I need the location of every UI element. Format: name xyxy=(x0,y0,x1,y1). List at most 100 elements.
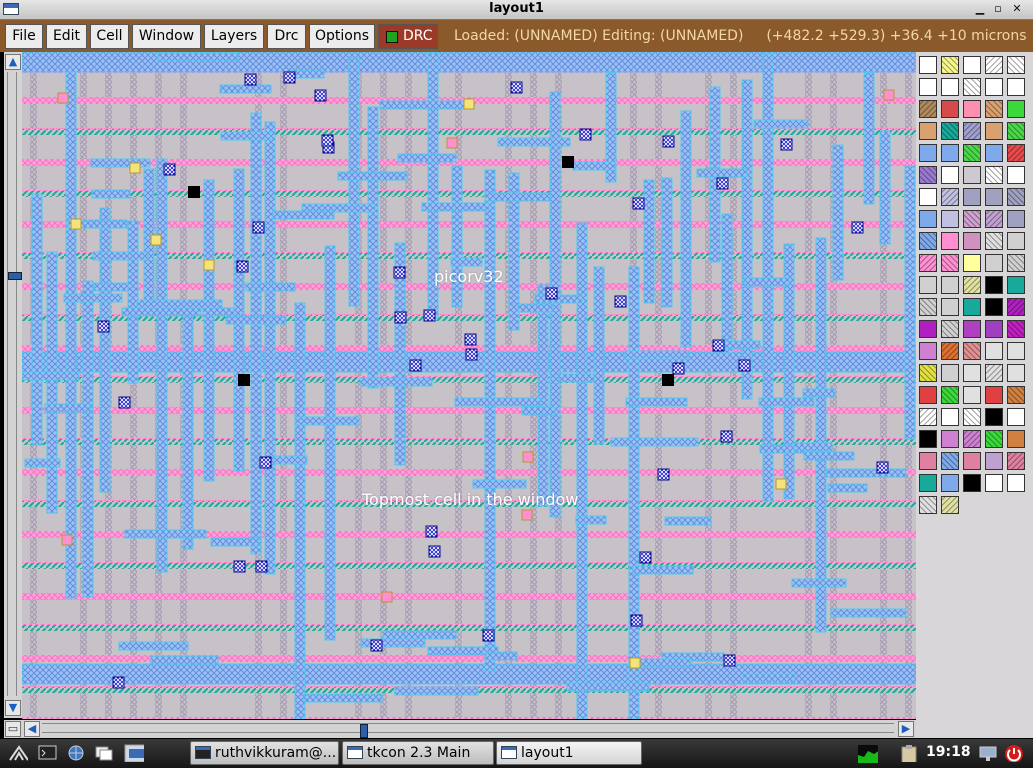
layer-swatch[interactable] xyxy=(985,210,1003,228)
start-menu-icon[interactable] xyxy=(8,744,28,762)
layer-swatch[interactable] xyxy=(919,496,937,514)
horizontal-scroll-thumb[interactable] xyxy=(360,724,368,738)
layer-swatch[interactable] xyxy=(1007,342,1025,360)
menu-drc[interactable]: Drc xyxy=(267,24,306,49)
layer-swatch[interactable] xyxy=(963,166,981,184)
layer-swatch[interactable] xyxy=(919,254,937,272)
layer-swatch[interactable] xyxy=(985,430,1003,448)
layer-swatch[interactable] xyxy=(919,210,937,228)
layer-swatch[interactable] xyxy=(1007,56,1025,74)
layer-swatch[interactable] xyxy=(985,188,1003,206)
layer-swatch[interactable] xyxy=(985,452,1003,470)
vertical-scroll-thumb[interactable] xyxy=(8,272,22,280)
minimize-button[interactable]: ▁ xyxy=(973,2,987,16)
close-button[interactable]: ✕ xyxy=(1010,2,1024,16)
layer-swatch[interactable] xyxy=(985,320,1003,338)
layer-swatch[interactable] xyxy=(919,78,937,96)
layer-swatch[interactable] xyxy=(1007,254,1025,272)
layer-swatch[interactable] xyxy=(985,298,1003,316)
menu-options[interactable]: Options xyxy=(309,24,375,49)
layer-swatch[interactable] xyxy=(963,342,981,360)
layer-swatch[interactable] xyxy=(941,188,959,206)
layer-swatch[interactable] xyxy=(963,188,981,206)
layer-swatch[interactable] xyxy=(963,298,981,316)
layer-swatch[interactable] xyxy=(1007,100,1025,118)
layer-swatch[interactable] xyxy=(963,430,981,448)
layer-swatch[interactable] xyxy=(941,78,959,96)
layer-swatch[interactable] xyxy=(919,188,937,206)
layer-swatch[interactable] xyxy=(1007,210,1025,228)
layer-swatch[interactable] xyxy=(1007,474,1025,492)
layer-swatch[interactable] xyxy=(963,232,981,250)
layer-swatch[interactable] xyxy=(919,122,937,140)
layer-swatch[interactable] xyxy=(941,342,959,360)
layer-swatch[interactable] xyxy=(919,386,937,404)
cpu-monitor-icon[interactable] xyxy=(858,745,878,763)
drc-status-button[interactable]: DRC xyxy=(378,24,438,49)
layer-swatch[interactable] xyxy=(941,100,959,118)
layer-swatch[interactable] xyxy=(941,496,959,514)
menu-layers[interactable]: Layers xyxy=(204,24,264,49)
layer-swatch[interactable] xyxy=(1007,232,1025,250)
arrow-right-icon[interactable]: ▶ xyxy=(898,721,914,737)
layer-swatch[interactable] xyxy=(1007,320,1025,338)
terminal-icon[interactable] xyxy=(38,744,58,762)
layer-swatch[interactable] xyxy=(985,100,1003,118)
layer-swatch[interactable] xyxy=(1007,78,1025,96)
zoom-box-icon[interactable]: ▭ xyxy=(5,721,21,737)
layer-swatch[interactable] xyxy=(985,276,1003,294)
layer-swatch[interactable] xyxy=(941,232,959,250)
menu-window[interactable]: Window xyxy=(132,24,201,49)
layer-swatch[interactable] xyxy=(963,78,981,96)
clock[interactable]: 19:18 xyxy=(926,744,971,760)
network-icon[interactable] xyxy=(978,744,998,762)
layer-swatch[interactable] xyxy=(985,474,1003,492)
layer-swatch[interactable] xyxy=(941,386,959,404)
layer-swatch[interactable] xyxy=(941,276,959,294)
layer-swatch[interactable] xyxy=(963,254,981,272)
globe-icon[interactable] xyxy=(66,744,86,762)
layer-swatch[interactable] xyxy=(941,430,959,448)
layer-swatch[interactable] xyxy=(963,386,981,404)
layer-swatch[interactable] xyxy=(963,364,981,382)
layer-swatch[interactable] xyxy=(963,320,981,338)
maximize-button[interactable]: ▫ xyxy=(991,2,1005,16)
layer-swatch[interactable] xyxy=(919,474,937,492)
layer-swatch[interactable] xyxy=(985,166,1003,184)
layer-swatch[interactable] xyxy=(919,298,937,316)
layer-swatch[interactable] xyxy=(963,144,981,162)
layer-swatch[interactable] xyxy=(985,56,1003,74)
layer-swatch[interactable] xyxy=(985,386,1003,404)
layer-swatch[interactable] xyxy=(919,364,937,382)
layer-swatch[interactable] xyxy=(919,342,937,360)
layer-swatch[interactable] xyxy=(1007,452,1025,470)
layer-swatch[interactable] xyxy=(985,364,1003,382)
layer-swatch[interactable] xyxy=(963,452,981,470)
zoom-corner-box[interactable]: ▭ xyxy=(4,720,22,738)
layer-swatch[interactable] xyxy=(941,166,959,184)
layer-swatch[interactable] xyxy=(963,474,981,492)
arrow-down-icon[interactable]: ▼ xyxy=(5,700,21,716)
layer-swatch[interactable] xyxy=(941,254,959,272)
layer-swatch[interactable] xyxy=(1007,298,1025,316)
layer-swatch[interactable] xyxy=(1007,188,1025,206)
layer-swatch[interactable] xyxy=(919,144,937,162)
layer-swatch[interactable] xyxy=(919,232,937,250)
layer-swatch[interactable] xyxy=(919,100,937,118)
taskbar-item-layout1[interactable]: layout1 xyxy=(496,741,642,765)
layer-swatch[interactable] xyxy=(963,408,981,426)
arrow-left-icon[interactable]: ◀ xyxy=(24,721,40,737)
layer-swatch[interactable] xyxy=(941,56,959,74)
layer-swatch[interactable] xyxy=(963,100,981,118)
layer-swatch[interactable] xyxy=(985,254,1003,272)
layer-swatch[interactable] xyxy=(941,320,959,338)
menu-cell[interactable]: Cell xyxy=(90,24,129,49)
layer-swatch[interactable] xyxy=(941,474,959,492)
layer-swatch[interactable] xyxy=(963,210,981,228)
layer-swatch[interactable] xyxy=(1007,122,1025,140)
menu-file[interactable]: File xyxy=(5,24,43,49)
layer-swatch[interactable] xyxy=(1007,430,1025,448)
layer-swatch[interactable] xyxy=(985,78,1003,96)
clipboard-icon[interactable] xyxy=(900,744,920,762)
layer-swatch[interactable] xyxy=(919,430,937,448)
